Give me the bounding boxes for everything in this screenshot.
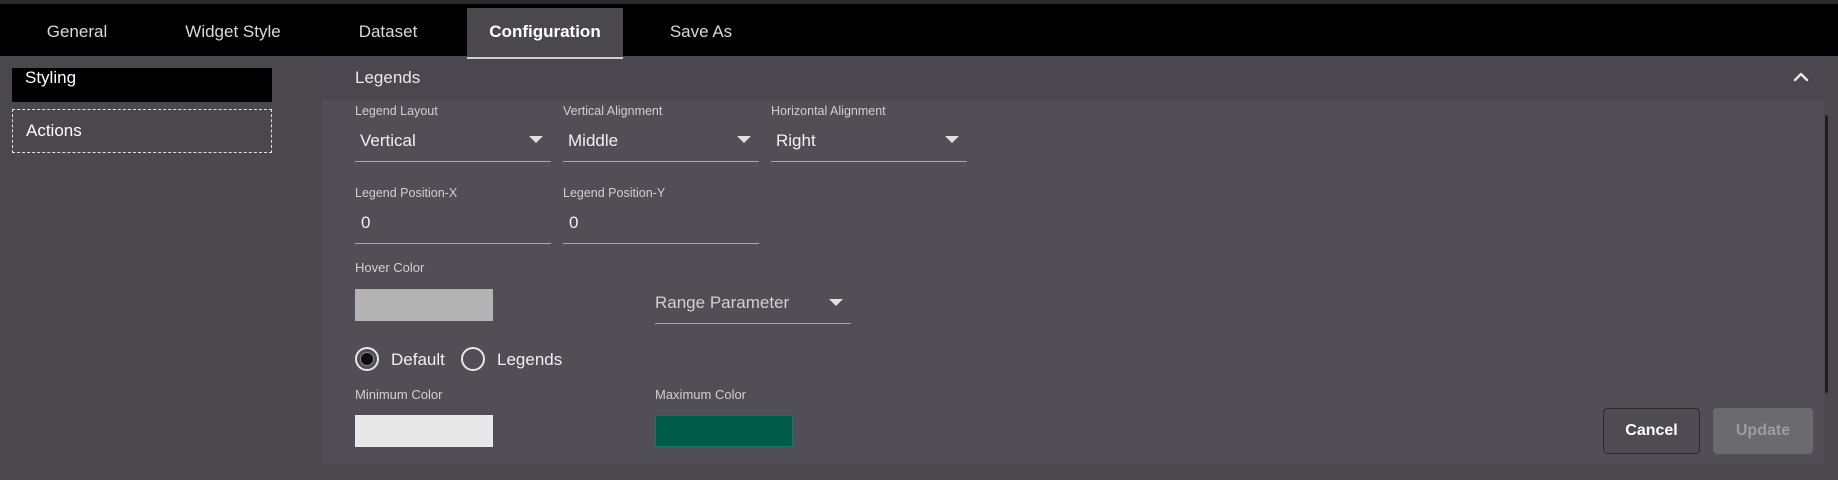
section-title: Legends (355, 68, 421, 87)
legend-layout-select[interactable]: Vertical (355, 122, 551, 162)
legend-position-y-label: Legend Position-Y (563, 186, 666, 200)
legend-position-y-input[interactable]: 0 (563, 204, 759, 244)
cancel-button[interactable]: Cancel (1603, 408, 1700, 454)
horizontal-alignment-label: Horizontal Alignment (771, 104, 886, 118)
caret-down-icon (737, 136, 751, 143)
legends-section-header[interactable]: Legends (322, 60, 1824, 100)
update-button[interactable]: Update (1713, 408, 1813, 454)
tab-configuration[interactable]: Configuration (467, 8, 623, 59)
radio-legends-label: Legends (497, 350, 563, 369)
caret-down-icon (529, 136, 543, 143)
radio-default-label: Default (391, 350, 445, 369)
caret-down-icon (945, 136, 959, 143)
horizontal-alignment-value: Right (776, 131, 816, 150)
legend-layout-value: Vertical (360, 131, 416, 150)
legends-panel: Legends Legend Layout Vertical Vertical … (322, 60, 1824, 464)
tab-save-as[interactable]: Save As (660, 8, 742, 59)
maximum-color-label: Maximum Color (655, 387, 747, 402)
radio-default[interactable] (355, 347, 379, 371)
hover-color-label: Hover Color (355, 260, 425, 275)
legend-position-x-input[interactable]: 0 (355, 204, 551, 244)
chevron-up-icon[interactable] (1790, 66, 1812, 88)
range-parameter-select[interactable]: Range Parameter (655, 284, 851, 324)
vertical-alignment-select[interactable]: Middle (563, 122, 759, 162)
tab-dataset[interactable]: Dataset (345, 8, 431, 59)
radio-legends[interactable] (461, 347, 485, 371)
legend-layout-label: Legend Layout (355, 104, 438, 118)
maximum-color-swatch[interactable] (655, 415, 793, 447)
horizontal-alignment-select[interactable]: Right (771, 122, 967, 162)
top-tab-bar: General Widget Style Dataset Configurati… (0, 0, 1838, 59)
vertical-alignment-label: Vertical Alignment (563, 104, 663, 118)
vertical-scrollbar[interactable] (1825, 115, 1828, 393)
sidebar-item-styling[interactable]: Styling (12, 68, 272, 102)
range-parameter-value: Range Parameter (655, 293, 790, 312)
minimum-color-swatch[interactable] (355, 415, 493, 447)
sidebar-item-actions[interactable]: Actions (12, 109, 272, 153)
vertical-alignment-value: Middle (568, 131, 619, 150)
tab-general[interactable]: General (32, 8, 122, 59)
hover-color-swatch[interactable] (355, 289, 493, 321)
caret-down-icon (829, 299, 843, 306)
minimum-color-label: Minimum Color (355, 387, 443, 402)
legend-position-x-label: Legend Position-X (355, 186, 458, 200)
tab-widget-style[interactable]: Widget Style (170, 8, 296, 59)
